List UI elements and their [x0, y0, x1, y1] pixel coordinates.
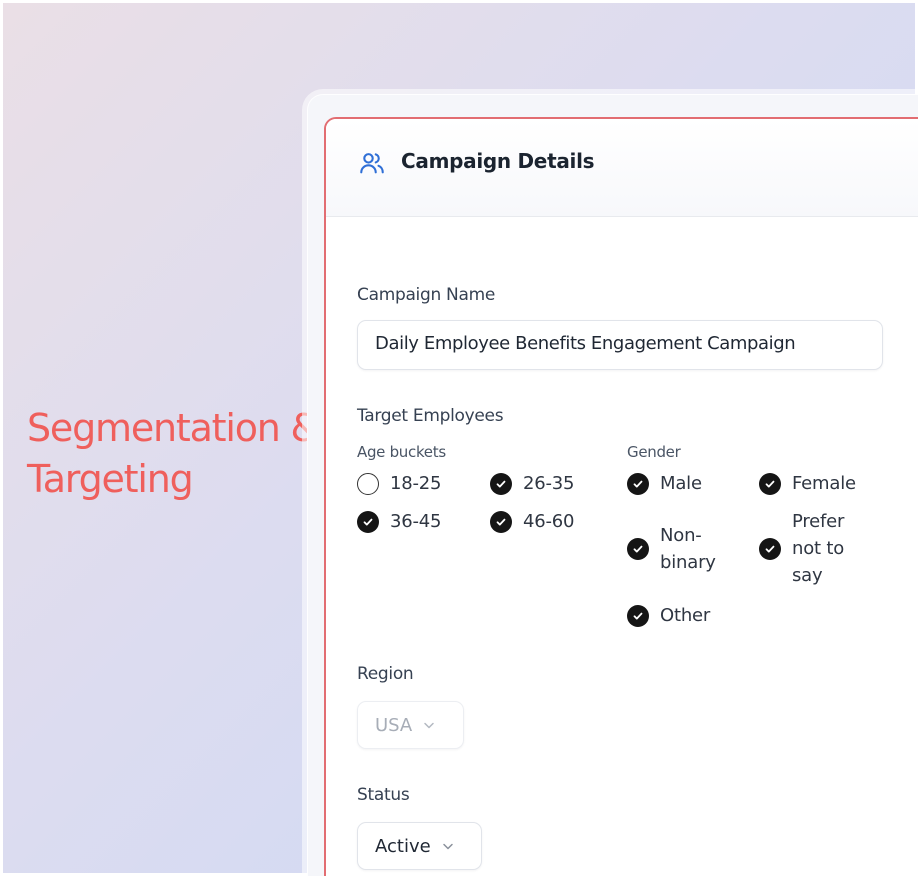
region-label: Region — [357, 664, 414, 684]
gender-label: Gender — [627, 443, 681, 461]
gender-option-male[interactable]: Male — [627, 470, 702, 497]
gender-option-prefer-not-to-say[interactable]: Prefer not to say — [759, 508, 852, 589]
age-option-46-60[interactable]: 46-60 — [490, 508, 575, 535]
target-employees-label: Target Employees — [357, 406, 504, 426]
headline-line-2: Targeting — [27, 457, 194, 501]
region-value: USA — [375, 714, 413, 736]
section-headline: Segmentation & Targeting — [27, 403, 320, 505]
campaign-name-label: Campaign Name — [357, 285, 496, 305]
age-option-26-35[interactable]: 26-35 — [490, 470, 575, 497]
option-label: Female — [792, 473, 856, 494]
headline-line-1: Segmentation & — [27, 406, 320, 450]
option-label: 36-45 — [390, 511, 442, 532]
option-label: 46-60 — [523, 511, 575, 532]
status-label: Status — [357, 785, 410, 805]
age-option-18-25[interactable]: 18-25 — [357, 470, 442, 497]
status-value: Active — [375, 835, 431, 857]
region-select[interactable]: USA — [357, 701, 464, 749]
checkbox[interactable] — [357, 510, 379, 533]
checkbox[interactable] — [759, 537, 781, 560]
checkbox[interactable] — [357, 472, 379, 495]
status-select[interactable]: Active — [357, 822, 482, 870]
checkbox[interactable] — [490, 472, 512, 495]
gender-option-other[interactable]: Other — [627, 602, 710, 629]
option-label: 18-25 — [390, 473, 442, 494]
checkbox[interactable] — [627, 538, 649, 560]
gender-option-non-binary[interactable]: Non-binary — [627, 522, 720, 576]
campaign-details-card: Campaign Details Campaign Name Daily Emp… — [324, 117, 918, 876]
option-label: Male — [660, 473, 702, 494]
age-option-36-45[interactable]: 36-45 — [357, 508, 442, 535]
option-label: Non-binary — [660, 525, 716, 573]
campaign-name-input[interactable]: Daily Employee Benefits Engagement Campa… — [357, 320, 883, 370]
card-header: Campaign Details — [326, 119, 918, 217]
checkbox[interactable] — [627, 472, 649, 495]
age-buckets-label: Age buckets — [357, 443, 446, 461]
users-icon — [360, 153, 384, 174]
checkbox[interactable] — [627, 604, 649, 627]
chevron-down-icon — [424, 722, 434, 729]
gender-option-female[interactable]: Female — [759, 470, 856, 497]
option-label: Other — [660, 605, 711, 626]
checkbox[interactable] — [759, 472, 781, 495]
option-label: 26-35 — [523, 473, 575, 494]
chevron-down-icon — [442, 843, 453, 850]
card-title: Campaign Details — [401, 149, 595, 173]
option-label: Prefer not to say — [792, 511, 845, 586]
checkbox[interactable] — [490, 510, 512, 533]
